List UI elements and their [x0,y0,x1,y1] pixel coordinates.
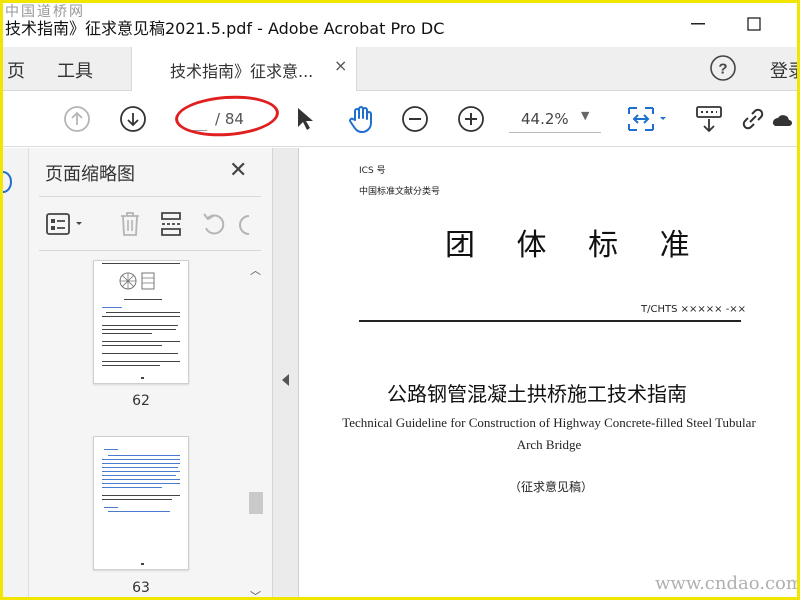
rotate-right-icon [239,215,250,235]
tab-bar: 页 工具 技术指南》征求意... × ? 登录 [3,47,797,91]
arrow-down-circle-icon [120,106,146,132]
scroll-mode-button[interactable] [693,103,725,135]
hand-icon [349,106,372,133]
zoom-in-icon [458,106,484,132]
doc-standard-type: 团 体 标 准 [445,228,706,263]
minimize-button[interactable] [683,11,713,37]
doc-classification: 中国标准文献分类号 [359,187,441,197]
close-panel-icon[interactable]: ✕ [229,158,247,183]
doc-standard-code: T/CHTS ××××× -×× [641,304,747,315]
doc-title-chinese: 公路钢管混凝土拱桥施工技术指南 [387,382,687,406]
maximize-icon [747,17,761,31]
tab-tools[interactable]: 工具 [57,57,93,83]
toolbar: / 84 44.2% ▼ [3,91,797,147]
figure-diagram-icon [119,272,155,290]
site-watermark: www.cndao.com [655,573,800,594]
login-link[interactable]: 登录 [770,57,797,83]
doc-divider [359,320,741,322]
doc-ics-number: ICS 号 [359,166,386,176]
list-options-icon [46,213,82,235]
next-page-button[interactable] [117,103,149,135]
rotate-right-button[interactable] [237,206,251,242]
zoom-select[interactable]: 44.2% ▼ [509,105,601,133]
insert-page-icon [161,212,181,236]
thumbnail-panel: 页面缩略图 ✕ 62 63 ︿ ﹀ [29,148,273,597]
delete-pages-button[interactable] [115,206,145,242]
thumbnail-page[interactable] [93,260,189,384]
zoom-out-icon [402,106,428,132]
hand-tool-button[interactable] [345,103,377,135]
arrow-up-circle-icon [64,106,90,132]
insert-pages-button[interactable] [157,206,187,242]
chevron-down-icon: ▼ [581,109,590,122]
link-button[interactable] [737,103,769,135]
panel-title: 页面缩略图 [45,164,135,185]
trash-icon [121,212,139,236]
link-icon [742,108,764,130]
keyboard-down-icon [696,106,722,133]
doc-title-english: Technical Guideline for Construction of … [342,415,756,452]
collapse-arrow-icon[interactable] [282,374,289,386]
window-title: 技术指南》征求意见稿2021.5.pdf - Adobe Acrobat Pro… [5,19,445,38]
zoom-out-button[interactable] [399,103,431,135]
thumbnail-page-number: 63 [132,580,150,596]
zoom-value: 44.2% [521,110,569,128]
select-tool-button[interactable] [289,103,321,135]
zoom-in-button[interactable] [455,103,487,135]
divider [39,250,261,251]
fit-page-icon [628,107,666,131]
document-view: ICS 号 中国标准文献分类号 团 体 标 准 T/CHTS ××××× -××… [299,148,797,597]
nav-indicator-icon [3,171,12,193]
tab-document[interactable]: 技术指南》征求意... × [131,47,357,91]
tab-document-label: 技术指南》征求意... [170,62,314,81]
cloud-button[interactable] [769,103,793,135]
cloud-icon [772,115,792,126]
close-tab-icon[interactable]: × [334,56,347,75]
maximize-button[interactable] [739,11,769,37]
collapse-panel-strip[interactable] [273,148,299,597]
rotate-left-icon [203,213,225,235]
thumbnail-page-number: 62 [132,393,150,409]
left-nav-strip [3,148,29,597]
divider [39,196,261,197]
chevron-up-icon[interactable]: ︿ [250,262,261,278]
thumbnail-page[interactable] [93,436,189,570]
help-icon[interactable]: ? [709,54,737,82]
scrollbar-thumb[interactable] [249,492,263,514]
tab-home[interactable]: 页 [7,57,25,83]
thumbnail-options-button[interactable] [43,206,89,242]
page-fit-button[interactable] [623,103,671,135]
minimize-icon [691,23,705,25]
cursor-arrow-icon [298,108,313,130]
thumbnail-scrollbar[interactable]: ︿ ﹀ [247,260,265,597]
previous-page-button[interactable] [61,103,93,135]
chevron-down-icon[interactable]: ﹀ [250,588,261,597]
svg-text:?: ? [718,61,727,78]
title-bar: 中国道桥网 技术指南》征求意见稿2021.5.pdf - Adobe Acrob… [3,3,797,47]
app-frame: 中国道桥网 技术指南》征求意见稿2021.5.pdf - Adobe Acrob… [0,0,800,600]
doc-draft-label: （征求意见稿） [509,480,594,494]
rotate-left-button[interactable] [199,206,229,242]
